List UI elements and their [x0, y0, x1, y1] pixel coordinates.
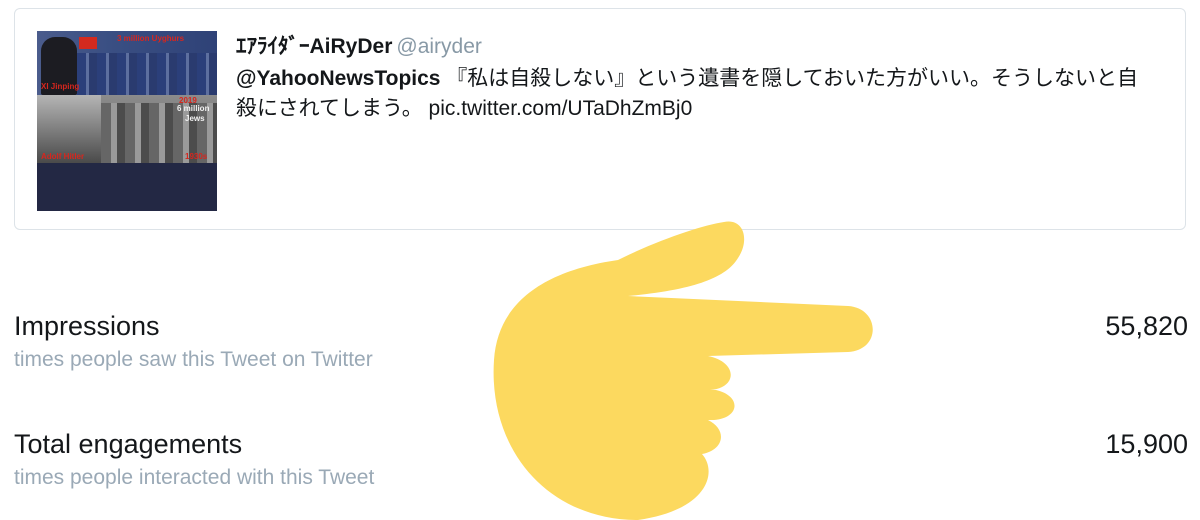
thumbnail-caption: Jews	[185, 114, 205, 123]
tweet-header: ｴｱﾗｲﾀﾞｰAiRyDer @airyder	[236, 33, 1156, 61]
thumbnail-caption: 6 million	[177, 104, 210, 113]
pointing-hand-icon	[493, 221, 873, 520]
author-handle[interactable]: @airyder	[396, 35, 482, 58]
author-name[interactable]: ｴｱﾗｲﾀﾞｰAiRyDer	[236, 35, 392, 58]
impressions-value: 55,820	[1105, 311, 1188, 341]
impressions-title: Impressions	[14, 311, 160, 341]
pic-link[interactable]: pic.twitter.com/UTaDhZmBj0	[429, 97, 693, 120]
thumbnail-caption: 1930s	[185, 152, 208, 161]
thumbnail-caption: 3 million Uyghurs	[117, 34, 185, 43]
engagements-title: Total engagements	[14, 429, 243, 459]
tweet-analytics-page: 3 million Uyghurs XI Jinping 2019 6 mill…	[0, 0, 1200, 520]
thumbnail-caption: XI Jinping	[41, 82, 80, 91]
engagements-subtitle: times people interacted with this Tweet	[14, 466, 375, 489]
tweet-image-thumbnail[interactable]: 3 million Uyghurs XI Jinping 2019 6 mill…	[37, 31, 217, 211]
tweet-card[interactable]: 3 million Uyghurs XI Jinping 2019 6 mill…	[14, 8, 1186, 230]
hand-shape	[493, 221, 873, 520]
engagements-value: 15,900	[1105, 429, 1188, 459]
thumbnail-bottom-panel	[37, 163, 217, 211]
mention-link[interactable]: @YahooNewsTopics	[236, 67, 440, 90]
thumbnail-crowd	[77, 53, 217, 95]
thumbnail-flag	[79, 37, 97, 49]
impressions-subtitle: times people saw this Tweet on Twitter	[14, 348, 373, 371]
thumbnail-caption: Adolf Hitler	[41, 152, 85, 161]
tweet-body: ｴｱﾗｲﾀﾞｰAiRyDer @airyder @YahooNewsTopics …	[236, 33, 1156, 124]
tweet-text: @YahooNewsTopics 『私は自殺しない』という遺書を隠しておいた方が…	[236, 64, 1156, 124]
